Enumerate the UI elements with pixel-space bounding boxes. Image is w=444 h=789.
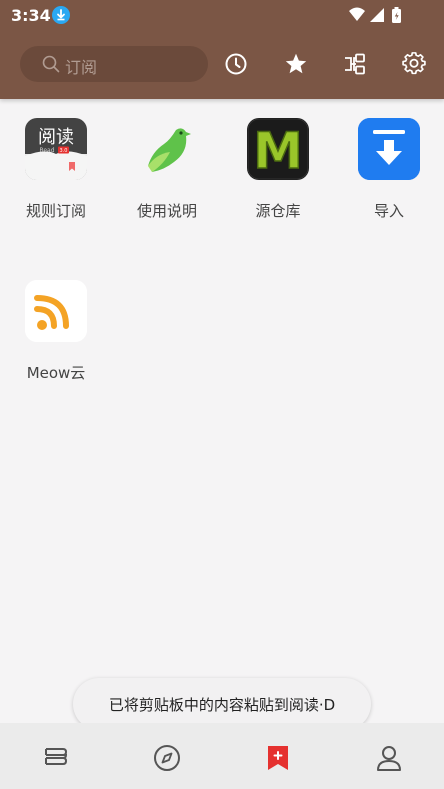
import-icon [358, 118, 420, 180]
yuedu-icon-version: 3.0 [60, 148, 68, 154]
nav-bookshelf[interactable] [0, 723, 111, 789]
bottom-nav [0, 723, 444, 789]
toast-text: 已将剪贴板中的内容粘贴到阅读·D [108, 696, 336, 714]
source-item-repository[interactable]: M 源仓库 [228, 118, 328, 238]
source-label: Meow云 [26, 364, 86, 382]
group-button[interactable] [343, 52, 367, 76]
source-item-usage-guide[interactable]: 使用说明 [117, 118, 217, 238]
toolbar: 订阅 [0, 32, 444, 98]
bookshelf-icon [45, 748, 68, 765]
history-button[interactable] [224, 52, 248, 76]
search-placeholder: 订阅 [65, 58, 98, 77]
status-bar: 3:34 [0, 0, 444, 32]
source-item-rule-subscription[interactable]: 阅读 Read 3.0 规则订阅 [6, 118, 106, 238]
profile-icon [377, 746, 401, 771]
source-item-meow-cloud[interactable]: Meow云 [6, 280, 106, 400]
source-item-import[interactable]: 导入 [339, 118, 439, 238]
search-icon [42, 55, 60, 73]
yuedu-icon-sub: Read [39, 147, 54, 154]
source-label: 导入 [373, 202, 404, 220]
source-label: 规则订阅 [25, 202, 86, 220]
m-logo-letter: M [253, 122, 303, 180]
download-icon [52, 6, 70, 24]
history-icon [225, 53, 247, 75]
bird-icon [136, 118, 198, 180]
nav-rss-subscribe[interactable] [222, 723, 333, 789]
m-logo-icon: M [247, 118, 309, 180]
settings-button[interactable] [402, 52, 426, 76]
app-header: 3:34 订阅 [0, 0, 444, 99]
battery-icon [392, 7, 401, 23]
source-label: 源仓库 [255, 202, 301, 220]
signal-icon [370, 8, 384, 22]
search-input[interactable]: 订阅 [20, 46, 208, 82]
source-label: 使用说明 [136, 202, 197, 220]
rss-icon [25, 280, 87, 342]
favorite-button[interactable] [284, 52, 308, 76]
status-icons [349, 7, 401, 23]
nav-profile[interactable] [333, 723, 444, 789]
yuedu-icon-text: 阅读 [38, 127, 74, 148]
explore-icon [154, 745, 180, 771]
yuedu-app-icon: 阅读 Read 3.0 [25, 118, 87, 180]
rss-subscribe-icon [268, 746, 288, 770]
status-time: 3:34 [11, 6, 51, 25]
wifi-icon [349, 7, 365, 21]
settings-icon [402, 52, 426, 75]
nav-explore[interactable] [111, 723, 222, 789]
star-icon [285, 53, 307, 74]
group-icon [345, 53, 365, 75]
